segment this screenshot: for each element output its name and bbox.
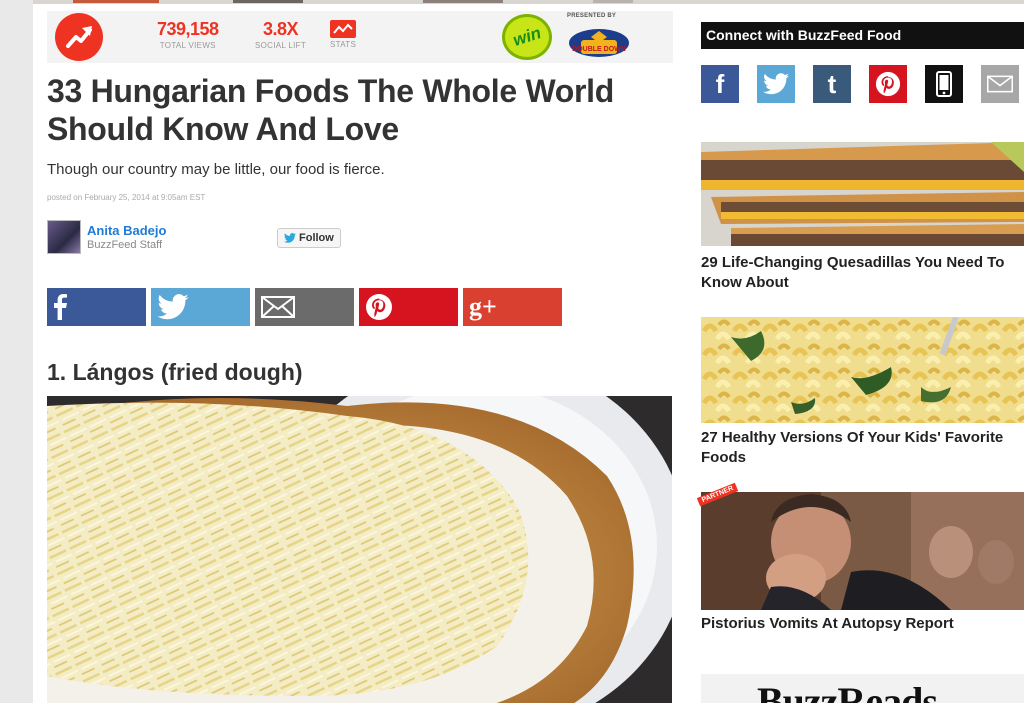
google-plus-share-button[interactable]: g+	[463, 288, 562, 326]
total-views-label: TOTAL VIEWS	[159, 41, 216, 50]
item-title: 1. Lángos (fried dough)	[47, 359, 303, 385]
quesadilla-story-title[interactable]: 29 Life-Changing Quesadillas You Need To…	[701, 253, 1024, 293]
twitter-icon	[157, 294, 189, 320]
facebook-icon	[54, 294, 67, 320]
double-down-logo[interactable]: DOUBLE DOWN	[567, 23, 631, 59]
email-icon	[261, 296, 295, 318]
author-name-link[interactable]: Anita Badejo	[87, 223, 166, 238]
email-share-button[interactable]	[255, 288, 354, 326]
connect-title: Connect with BuzzFeed Food	[706, 27, 902, 43]
stats-chart-icon	[330, 20, 357, 38]
stats-bar: 739,158 TOTAL VIEWS 3.8X SOCIAL LIFT STA…	[47, 11, 673, 63]
connect-bar: Connect with BuzzFeed Food	[701, 22, 1024, 49]
facebook-follow-icon[interactable]: f	[701, 65, 739, 103]
google-plus-icon: g+	[469, 292, 497, 321]
author-role: BuzzFeed Staff	[87, 239, 163, 251]
buzzreads-logo[interactable]: BuzzReads	[701, 674, 1024, 703]
presented-by-label: PRESENTED BY	[567, 13, 617, 19]
page: 739,158 TOTAL VIEWS 3.8X SOCIAL LIFT STA…	[33, 0, 1024, 703]
share-buttons: g+	[47, 288, 562, 326]
social-lift-label: SOCIAL LIFT	[255, 41, 307, 50]
quesadilla-story-image[interactable]	[701, 142, 1024, 246]
twitter-follow-button[interactable]: Follow	[277, 228, 341, 248]
buzzreads-logo-text: BuzzReads	[757, 679, 938, 703]
pistorius-story-image[interactable]	[701, 492, 1024, 610]
win-badge[interactable]: win	[502, 14, 552, 60]
stats-link[interactable]: STATS	[330, 20, 357, 49]
social-lift-stat: 3.8X SOCIAL LIFT	[255, 19, 306, 50]
follow-label: Follow	[299, 232, 334, 244]
top-strip	[33, 0, 1024, 4]
trending-arrow-icon[interactable]	[55, 13, 103, 61]
pinterest-follow-icon[interactable]	[869, 65, 907, 103]
social-lift-value: 3.8X	[262, 19, 299, 39]
mobile-follow-icon[interactable]	[925, 65, 963, 103]
double-down-logo-text: DOUBLE DOWN	[572, 46, 626, 53]
pinterest-icon	[366, 294, 392, 320]
win-badge-label: win	[510, 23, 544, 50]
total-views-stat: 739,158 TOTAL VIEWS	[157, 19, 219, 50]
twitter-follow-icon[interactable]	[757, 65, 795, 103]
social-follow-icons: f t	[701, 65, 1019, 103]
langos-photo	[47, 396, 672, 703]
author-block: Anita Badejo BuzzFeed Staff	[47, 220, 166, 254]
healthy-kids-story-title[interactable]: 27 Healthy Versions Of Your Kids' Favori…	[701, 428, 1024, 468]
tumblr-follow-glyph: t	[827, 68, 837, 99]
twitter-bird-icon	[284, 233, 296, 243]
email-follow-icon[interactable]	[981, 65, 1019, 103]
mac-cheese-story-image[interactable]	[701, 317, 1024, 423]
facebook-follow-glyph: f	[715, 68, 725, 99]
stats-label: STATS	[330, 40, 357, 49]
article-headline: 33 Hungarian Foods The Whole World Shoul…	[47, 73, 615, 147]
posted-date: posted on February 25, 2014 at 9:05am ES…	[47, 193, 206, 202]
total-views-value: 739,158	[157, 19, 219, 39]
article-subheadline: Though our country may be little, our fo…	[47, 161, 385, 178]
tumblr-follow-icon[interactable]: t	[813, 65, 851, 103]
pistorius-story-title[interactable]: Pistorius Vomits At Autopsy Report	[701, 614, 1024, 634]
author-avatar[interactable]	[47, 220, 81, 254]
facebook-share-button[interactable]	[47, 288, 146, 326]
twitter-share-button[interactable]	[151, 288, 250, 326]
pinterest-share-button[interactable]	[359, 288, 458, 326]
